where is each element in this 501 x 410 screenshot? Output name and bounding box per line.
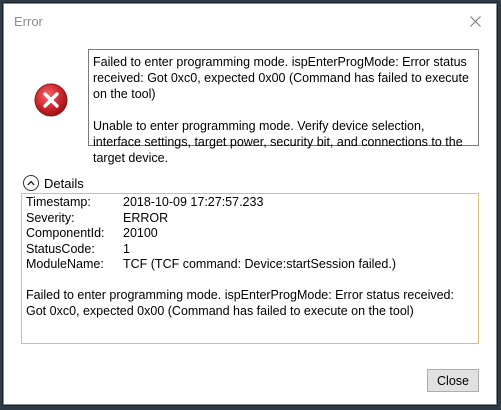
title-bar: Error <box>4 4 496 36</box>
error-dialog: Error Failed to enter programming mode. … <box>3 3 497 405</box>
detail-message: Failed to enter programming mode. ispEnt… <box>26 287 454 318</box>
error-message-primary: Failed to enter programming mode. ispEnt… <box>93 55 469 101</box>
detail-key: Severity: <box>26 210 75 225</box>
window-close-button[interactable] <box>460 10 490 32</box>
detail-value: 2018-10-09 17:27:57.233 <box>123 195 264 209</box>
close-button[interactable]: Close <box>427 369 479 392</box>
details-toggle[interactable]: Details <box>23 174 84 192</box>
detail-row-severity: Severity: ERROR <box>26 211 474 227</box>
details-panel: Timestamp: 2018-10-09 17:27:57.233 Sever… <box>21 193 479 344</box>
detail-value: 20100 <box>123 226 158 241</box>
detail-row-statuscode: StatusCode: 1 <box>26 242 474 258</box>
detail-key: ComponentId: <box>26 226 105 241</box>
error-message-hint: Unable to enter programming mode. Verify… <box>93 119 463 165</box>
close-icon <box>469 15 481 27</box>
error-icon <box>34 83 68 117</box>
detail-row-componentid: ComponentId: 20100 <box>26 226 474 242</box>
error-message-box: Failed to enter programming mode. ispEnt… <box>88 49 479 165</box>
detail-value: 1 <box>123 241 130 256</box>
details-label: Details <box>44 175 84 191</box>
detail-key: Timestamp: <box>26 195 91 209</box>
detail-key: ModuleName: <box>26 257 104 272</box>
detail-value: ERROR <box>123 210 169 225</box>
chevron-up-circle-icon <box>23 175 39 191</box>
detail-key: StatusCode: <box>26 241 95 256</box>
window-title: Error <box>14 14 43 29</box>
detail-row-modulename: ModuleName: TCF (TCF command: Device:sta… <box>26 257 474 273</box>
detail-row-timestamp: Timestamp: 2018-10-09 17:27:57.233 <box>26 195 474 211</box>
detail-value: TCF (TCF command: Device:startSession fa… <box>123 257 396 272</box>
